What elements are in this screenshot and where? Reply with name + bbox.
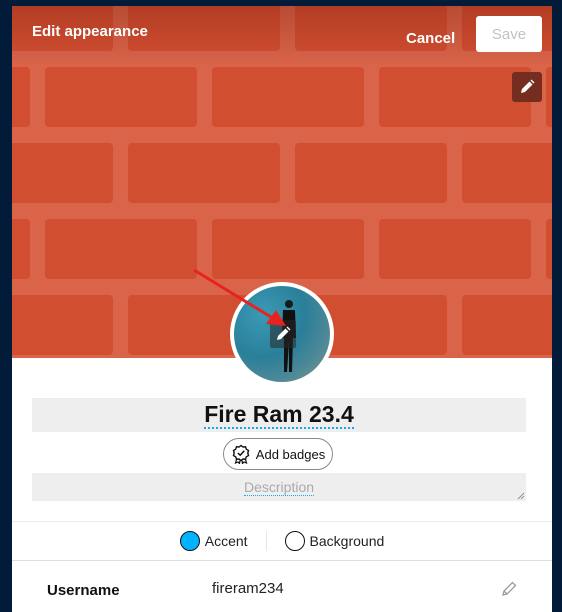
description-placeholder: Description [243, 478, 315, 496]
avatar[interactable] [230, 282, 334, 386]
cover-brick [45, 219, 197, 279]
cover-brick [12, 295, 113, 355]
cover-brick [546, 219, 552, 279]
cover-brick [12, 67, 30, 127]
pencil-icon [502, 581, 517, 596]
cover-brick [212, 219, 364, 279]
accent-color-option[interactable]: Accent [179, 531, 248, 551]
username-label: Username [47, 582, 120, 599]
edit-avatar-button[interactable] [270, 320, 296, 348]
cover-brick [212, 67, 364, 127]
separator [265, 531, 267, 551]
pencil-icon [521, 79, 535, 93]
username-value: fireram234 [212, 580, 284, 597]
save-button[interactable]: Save [476, 16, 542, 52]
cover-brick [45, 67, 197, 127]
description-textarea[interactable]: Description [32, 473, 526, 501]
accent-label: Accent [204, 533, 248, 549]
avatar-photo [234, 286, 330, 382]
cover-brick [295, 143, 447, 203]
add-badges-label: Add badges [255, 446, 326, 462]
cover-brick [462, 143, 552, 203]
pencil-icon [277, 326, 291, 340]
edit-username-button[interactable] [500, 580, 518, 598]
divider [12, 560, 552, 561]
edit-appearance-dialog: Edit appearance Cancel Save Fire Ram 23.… [12, 6, 552, 612]
cover-brick [12, 143, 113, 203]
cover-brick [379, 67, 531, 127]
color-options: Accent Background [12, 522, 552, 560]
background-label: Background [309, 533, 385, 549]
cover-brick [128, 6, 280, 51]
dialog-title: Edit appearance [32, 23, 148, 40]
edit-cover-button[interactable] [512, 72, 542, 102]
display-name-text: Fire Ram 23.4 [204, 401, 354, 429]
badge-award-icon [232, 444, 250, 464]
background-color-option[interactable]: Background [284, 531, 385, 551]
background-swatch[interactable] [284, 531, 305, 551]
cover-brick [379, 219, 531, 279]
accent-swatch[interactable] [179, 531, 200, 551]
cover-brick [12, 219, 30, 279]
resize-grip-icon[interactable] [517, 492, 525, 500]
cover-brick [462, 295, 552, 355]
display-name-input[interactable]: Fire Ram 23.4 [32, 398, 526, 432]
add-badges-button[interactable]: Add badges [223, 438, 333, 470]
cover-brick [128, 143, 280, 203]
cancel-button[interactable]: Cancel [402, 21, 459, 55]
cover-brick [546, 67, 552, 127]
